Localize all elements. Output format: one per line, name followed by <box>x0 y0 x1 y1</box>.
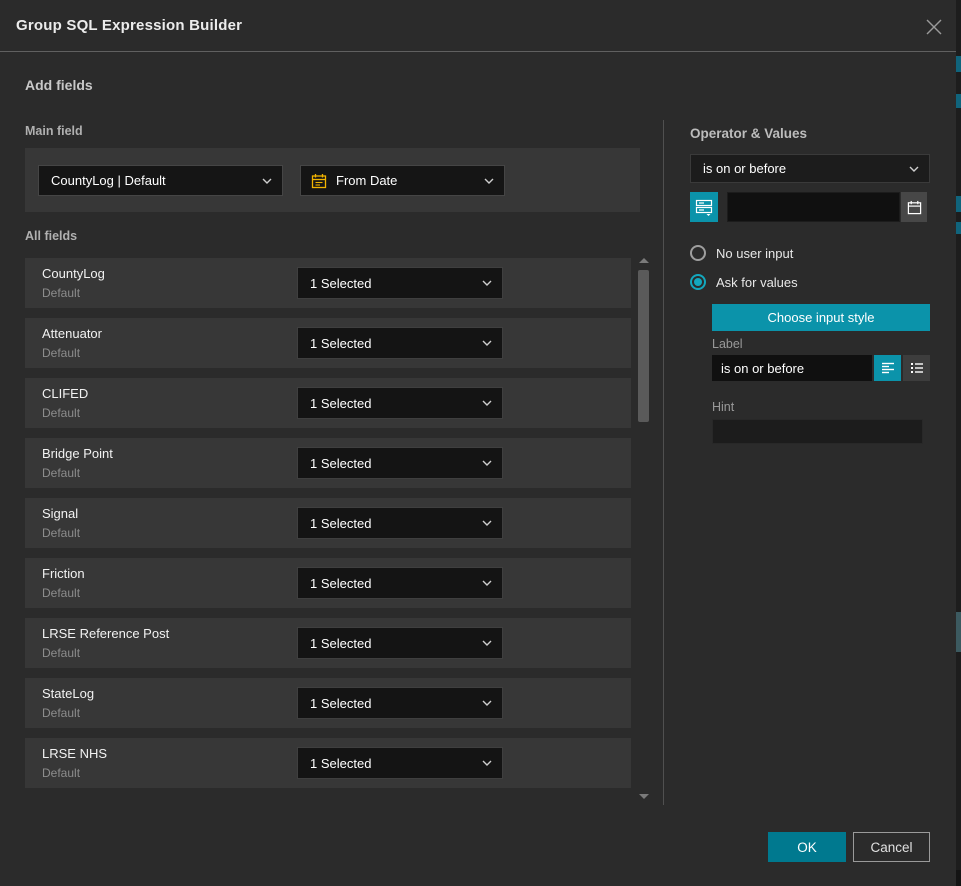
field-sublabel: Default <box>42 646 80 660</box>
field-dropdown-value: From Date <box>327 173 484 188</box>
field-sublabel: Default <box>42 406 80 420</box>
field-name: Signal <box>42 506 78 521</box>
date-value-input[interactable] <box>727 192 900 222</box>
field-selected-dropdown[interactable]: 1 Selected <box>297 507 503 539</box>
label-input[interactable] <box>712 355 872 381</box>
scrollbar-thumb[interactable] <box>638 270 649 422</box>
chevron-down-icon <box>482 280 502 286</box>
field-sublabel: Default <box>42 286 80 300</box>
field-row-countylog: CountyLog Default 1 Selected <box>25 258 631 308</box>
radio-no-user-input[interactable]: No user input <box>690 245 793 261</box>
chevron-down-icon <box>482 760 502 766</box>
ok-button[interactable]: OK <box>768 832 846 862</box>
field-row-signal: Signal Default 1 Selected <box>25 498 631 548</box>
field-sublabel: Default <box>42 466 80 480</box>
field-sublabel: Default <box>42 526 80 540</box>
field-name: Attenuator <box>42 326 102 341</box>
field-name: Friction <box>42 566 85 581</box>
cancel-button[interactable]: Cancel <box>853 832 930 862</box>
chevron-down-icon <box>482 580 502 586</box>
align-left-icon <box>880 360 896 376</box>
field-selected-dropdown[interactable]: 1 Selected <box>297 327 503 359</box>
chevron-down-icon <box>482 520 502 526</box>
panel-divider <box>663 120 664 805</box>
field-row-friction: Friction Default 1 Selected <box>25 558 631 608</box>
close-icon <box>925 18 943 36</box>
group-sql-expression-builder-dialog: Group SQL Expression Builder Add fields … <box>0 0 961 886</box>
chevron-down-icon <box>482 400 502 406</box>
operator-values-heading: Operator & Values <box>690 126 807 141</box>
single-line-style-button[interactable] <box>874 355 901 381</box>
field-name: CountyLog <box>42 266 105 281</box>
operator-dropdown-value: is on or before <box>691 161 909 176</box>
field-sublabel: Default <box>42 346 80 360</box>
choose-input-style-button[interactable]: Choose input style <box>712 304 930 331</box>
chevron-down-icon <box>262 178 282 184</box>
field-row-statelog: StateLog Default 1 Selected <box>25 678 631 728</box>
all-fields-label: All fields <box>25 229 77 243</box>
dialog-title: Group SQL Expression Builder <box>16 0 242 52</box>
calendar-icon <box>907 200 922 215</box>
chevron-down-icon <box>484 178 504 184</box>
date-picker-button[interactable] <box>901 192 927 222</box>
field-name: LRSE Reference Post <box>42 626 169 641</box>
field-selected-dropdown[interactable]: 1 Selected <box>297 387 503 419</box>
field-selected-dropdown[interactable]: 1 Selected <box>297 267 503 299</box>
chevron-down-icon <box>482 640 502 646</box>
radio-circle-selected-icon <box>690 274 706 290</box>
close-button[interactable] <box>924 17 944 37</box>
field-name: CLIFED <box>42 386 88 401</box>
field-sublabel: Default <box>42 586 80 600</box>
field-name: Bridge Point <box>42 446 113 461</box>
field-selected-dropdown[interactable]: 1 Selected <box>297 567 503 599</box>
layer-dropdown-value: CountyLog | Default <box>39 173 262 188</box>
field-row-lrse-reference-post: LRSE Reference Post Default 1 Selected <box>25 618 631 668</box>
field-name: LRSE NHS <box>42 746 107 761</box>
field-name: StateLog <box>42 686 94 701</box>
field-row-lrse-nhs: LRSE NHS Default 1 Selected <box>25 738 631 788</box>
background-app-edge <box>956 0 961 886</box>
field-sublabel: Default <box>42 766 80 780</box>
list-style-button[interactable] <box>903 355 930 381</box>
field-dropdown[interactable]: From Date <box>300 165 505 196</box>
hint-caption: Hint <box>712 400 734 414</box>
field-selected-dropdown[interactable]: 1 Selected <box>297 627 503 659</box>
field-row-bridge-point: Bridge Point Default 1 Selected <box>25 438 631 488</box>
chevron-down-icon <box>482 460 502 466</box>
chevron-down-icon <box>482 700 502 706</box>
main-field-label: Main field <box>25 124 83 138</box>
operator-dropdown[interactable]: is on or before <box>690 154 930 183</box>
chevron-down-icon <box>482 340 502 346</box>
field-row-attenuator: Attenuator Default 1 Selected <box>25 318 631 368</box>
hint-input[interactable] <box>712 419 923 444</box>
bullet-list-icon <box>909 360 925 376</box>
radio-circle-icon <box>690 245 706 261</box>
scrollbar-up-arrow-icon[interactable] <box>639 258 649 263</box>
combo-list-icon <box>695 198 713 216</box>
field-selected-dropdown[interactable]: 1 Selected <box>297 747 503 779</box>
label-caption: Label <box>712 337 743 351</box>
all-fields-list: CountyLog Default 1 Selected Attenuator … <box>25 258 631 798</box>
unique-values-button[interactable] <box>690 192 718 222</box>
scrollbar-down-arrow-icon[interactable] <box>639 794 649 799</box>
calendar-icon <box>301 173 327 189</box>
field-selected-dropdown[interactable]: 1 Selected <box>297 447 503 479</box>
field-sublabel: Default <box>42 706 80 720</box>
dialog-titlebar: Group SQL Expression Builder <box>0 0 956 52</box>
radio-ask-for-values[interactable]: Ask for values <box>690 274 798 290</box>
add-fields-heading: Add fields <box>25 77 93 93</box>
chevron-down-icon <box>909 166 929 172</box>
layer-dropdown[interactable]: CountyLog | Default <box>38 165 283 196</box>
field-selected-dropdown[interactable]: 1 Selected <box>297 687 503 719</box>
field-row-clifed: CLIFED Default 1 Selected <box>25 378 631 428</box>
main-field-panel: CountyLog | Default From Date <box>25 148 640 212</box>
